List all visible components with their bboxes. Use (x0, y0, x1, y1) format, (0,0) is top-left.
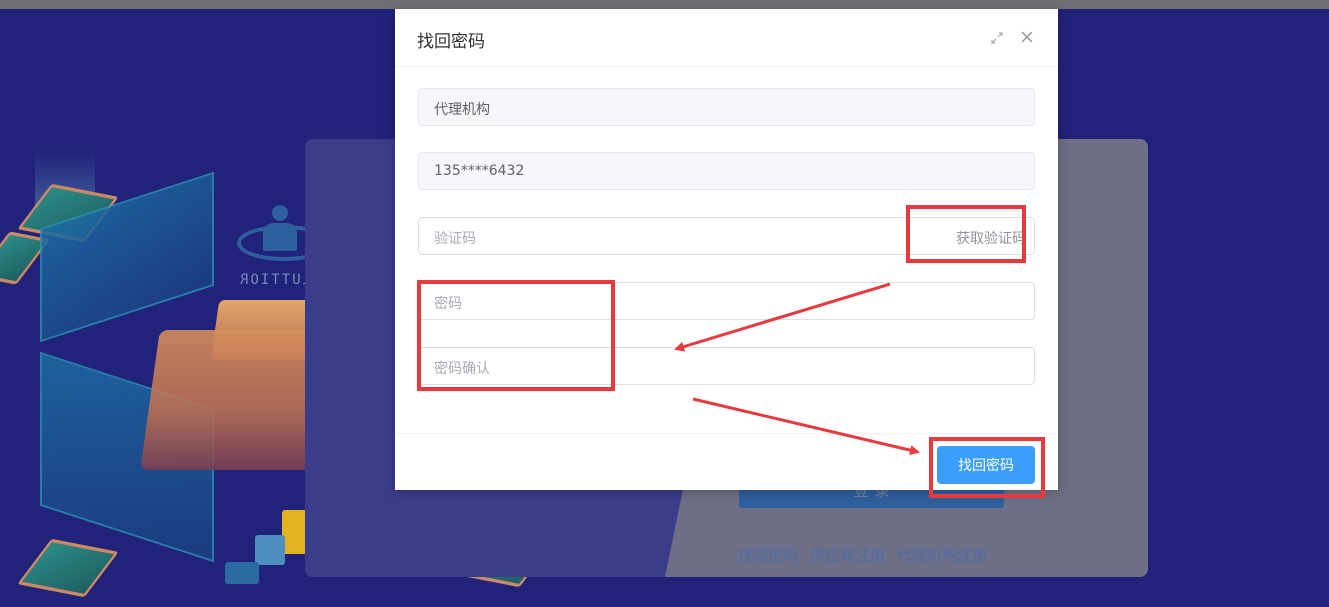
annotation-arrows (674, 282, 920, 456)
page-background: LUTTIOR 登 录 找回密码 供应商注册 代理机构注册 找回密码 代理机构 (0, 0, 1329, 607)
arrow-to-passwords (674, 282, 891, 352)
arrow-to-submit (692, 397, 920, 456)
